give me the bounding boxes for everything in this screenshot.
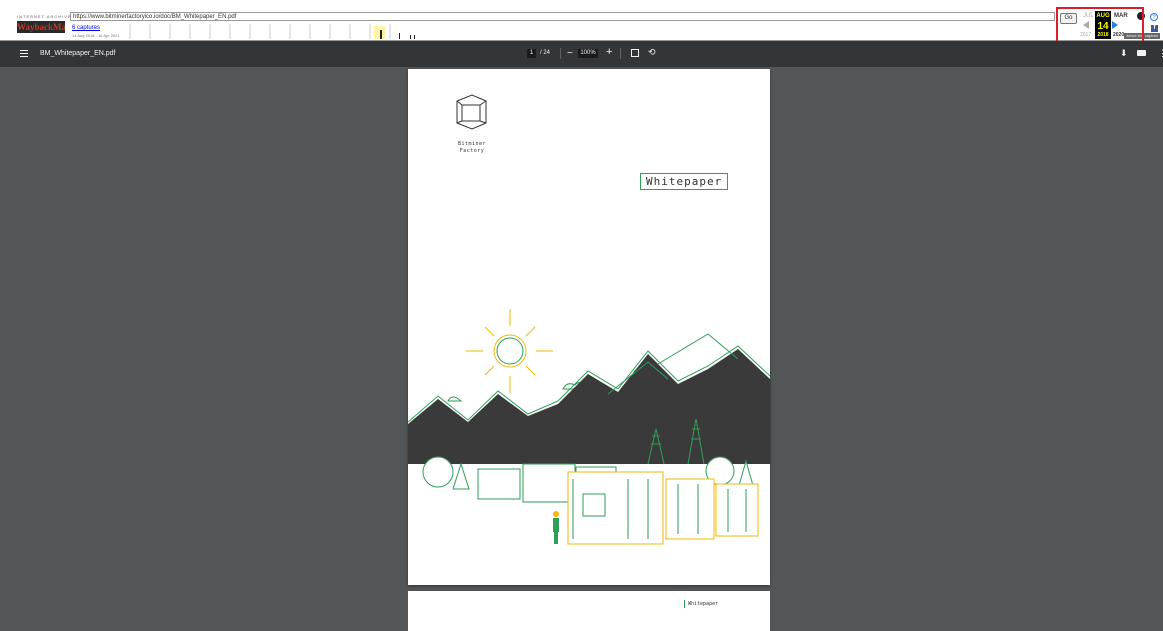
header-accent-bar xyxy=(684,600,685,608)
brand-line-2: Factory xyxy=(459,148,485,154)
brand-line-1: Bitminer xyxy=(457,141,487,147)
whitepaper-title: Whitepaper xyxy=(640,173,729,190)
page-number-input[interactable]: 1 xyxy=(527,49,536,58)
menu-icon[interactable] xyxy=(20,50,28,58)
pdf-page-1: Bitminer Factory Whitepaper xyxy=(408,69,770,585)
rotate-icon[interactable]: ⟲ xyxy=(648,47,656,58)
pdf-filename: BM_Whitepaper_EN.pdf xyxy=(40,50,116,57)
page-header-label: Whitepaper xyxy=(688,601,719,607)
print-icon[interactable] xyxy=(1137,50,1146,56)
pdf-page-2: Whitepaper xyxy=(408,591,770,631)
wayback-url-input[interactable]: https://www.bitminerfactoryico.io/doc/BM… xyxy=(70,12,1055,21)
brand-name: Bitminer Factory xyxy=(452,141,492,155)
help-icon[interactable]: ? xyxy=(1150,13,1158,21)
zoom-out-button[interactable]: − xyxy=(567,48,573,59)
toolbar-divider xyxy=(620,48,621,59)
capture-sparkline[interactable] xyxy=(120,24,1055,39)
download-icon[interactable]: ⬇ xyxy=(1120,47,1128,59)
toolbar-divider xyxy=(560,48,561,59)
captures-link[interactable]: 6 captures xyxy=(72,25,100,31)
cover-illustration xyxy=(408,309,770,545)
pdf-toolbar: BM_Whitepaper_EN.pdf 1 / 24 − 100% + ⟲ ⬇… xyxy=(0,41,1163,67)
page-total: / 24 xyxy=(540,50,551,56)
facebook-icon[interactable]: f xyxy=(1151,25,1158,32)
zoom-in-button[interactable]: + xyxy=(606,47,612,58)
wayback-logo[interactable]: WaybackMachine xyxy=(17,21,65,33)
zoom-level-input[interactable]: 100% xyxy=(578,49,598,58)
bitminer-logo xyxy=(456,94,487,130)
fit-page-icon[interactable] xyxy=(631,49,639,57)
internet-archive-label: INTERNET ARCHIVE xyxy=(17,14,72,19)
capture-date-range: 14 Aug 2018 - 16 Apr 2021 xyxy=(72,33,120,38)
wayback-toolbar: INTERNET ARCHIVE WaybackMachine https://… xyxy=(0,0,1163,41)
more-options-icon[interactable]: ⋮ xyxy=(1158,47,1163,59)
